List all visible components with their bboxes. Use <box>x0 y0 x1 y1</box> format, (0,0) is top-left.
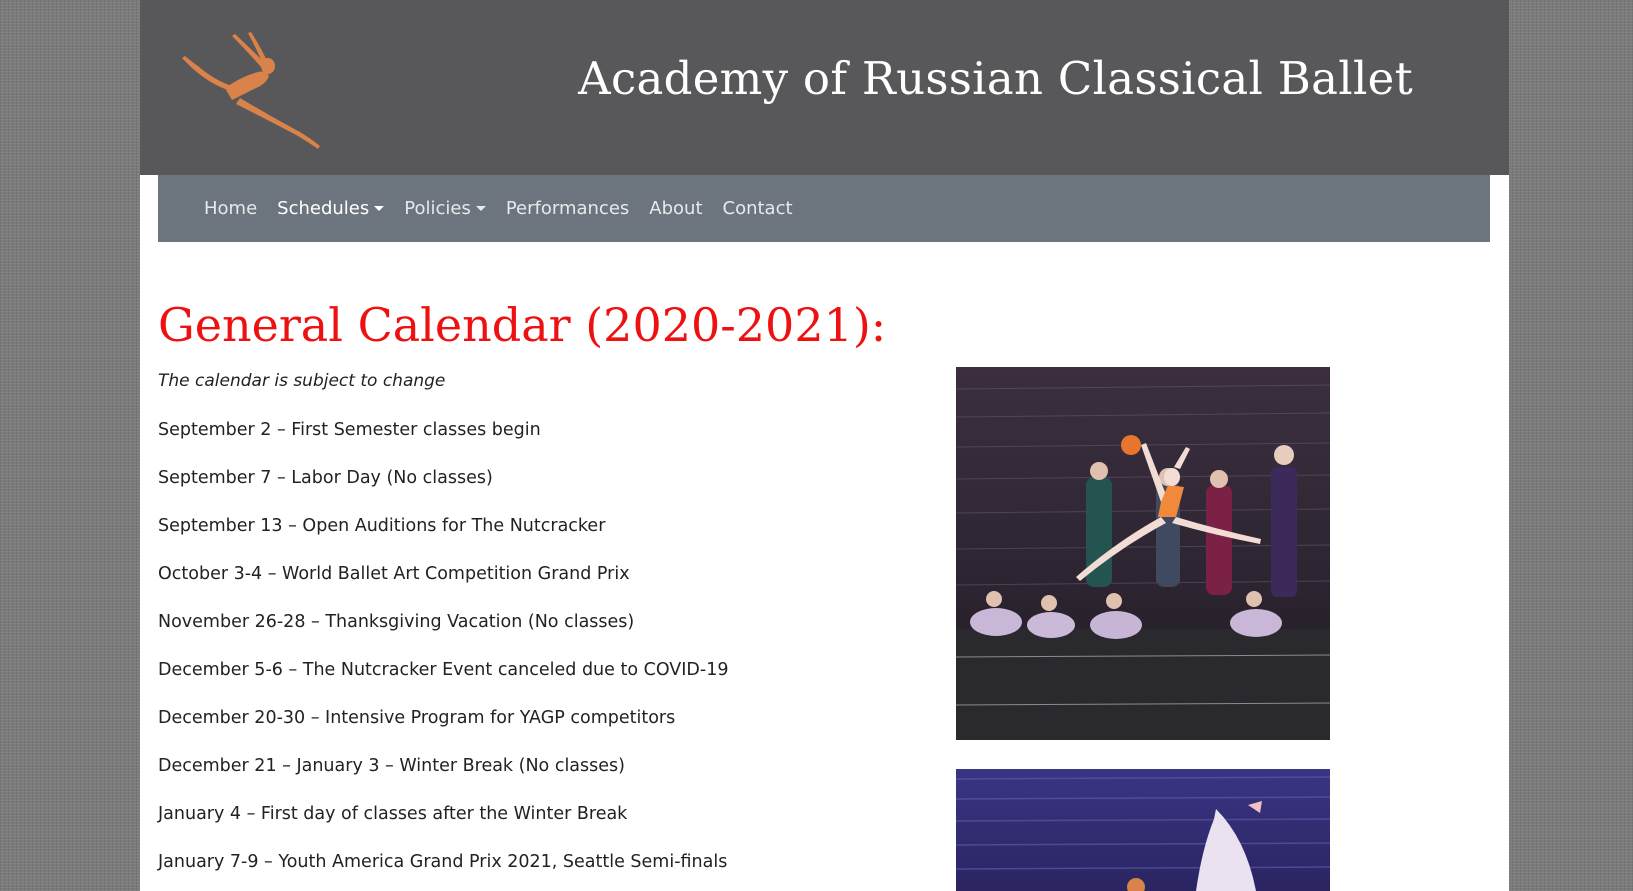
nav-performances-label: Performances <box>505 198 630 219</box>
calendar-event: January 7-9 – Youth America Grand Prix 2… <box>158 852 728 872</box>
calendar-event: October 3-4 – World Ballet Art Competiti… <box>158 564 630 584</box>
calendar-event: December 21 – January 3 – Winter Break (… <box>158 756 625 776</box>
nav-performances[interactable]: Performances <box>506 198 629 219</box>
nav-policies-dropdown[interactable]: Policies <box>404 198 486 219</box>
page-container: Academy of Russian Classical Ballet Home… <box>140 0 1509 891</box>
calendar-event: September 13 – Open Auditions for The Nu… <box>158 516 606 536</box>
site-header: Academy of Russian Classical Ballet <box>140 0 1509 175</box>
nav-schedules-label: Schedules <box>277 198 370 219</box>
nav-contact-label: Contact <box>722 198 793 219</box>
site-title: Academy of Russian Classical Ballet <box>578 52 1413 105</box>
calendar-event: November 26-28 – Thanksgiving Vacation (… <box>158 612 635 632</box>
main-navbar: Home Schedules Policies Performances Abo… <box>158 175 1490 242</box>
nav-home-label: Home <box>204 198 258 219</box>
nav-policies-label: Policies <box>404 198 471 219</box>
page-title: General Calendar (2020-2021): <box>158 298 887 352</box>
calendar-event: December 20-30 – Intensive Program for Y… <box>158 708 676 728</box>
nav-schedules-dropdown[interactable]: Schedules <box>277 198 385 219</box>
calendar-event: September 7 – Labor Day (No classes) <box>158 468 493 488</box>
calendar-disclaimer: The calendar is subject to change <box>158 371 446 391</box>
calendar-event: January 4 – First day of classes after t… <box>158 804 628 824</box>
ballet-performance-photo <box>956 367 1330 740</box>
calendar-event: December 5-6 – The Nutcracker Event canc… <box>158 660 729 680</box>
calendar-event: September 2 – First Semester classes beg… <box>158 420 541 440</box>
caret-down-icon <box>374 206 385 211</box>
nav-home[interactable]: Home <box>204 198 257 219</box>
caret-down-icon <box>475 206 486 211</box>
calendar-event-list: September 2 – First Semester classes beg… <box>158 418 728 891</box>
nav-about-label: About <box>649 198 703 219</box>
nav-about[interactable]: About <box>649 198 702 219</box>
ballet-performance-photo-2 <box>956 769 1330 891</box>
nav-contact[interactable]: Contact <box>723 198 793 219</box>
